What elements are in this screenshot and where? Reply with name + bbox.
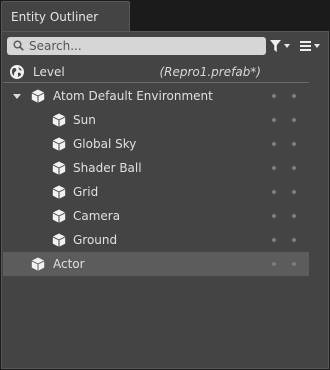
visibility-toggle[interactable] xyxy=(272,190,276,194)
entity-cube-icon xyxy=(52,209,66,223)
hamburger-menu-icon xyxy=(300,41,311,51)
entity-cube-icon xyxy=(31,89,45,103)
visibility-toggle[interactable] xyxy=(272,142,276,146)
filter-icon xyxy=(270,40,281,52)
entity-label: Global Sky xyxy=(73,137,137,151)
filter-button[interactable] xyxy=(270,39,290,53)
entity-cube-icon xyxy=(52,185,66,199)
entity-row-sun[interactable]: Sun xyxy=(3,108,309,132)
level-row[interactable]: Level (Repro1.prefab*) xyxy=(3,61,309,83)
entity-label: Atom Default Environment xyxy=(53,89,213,103)
globe-icon xyxy=(10,65,24,79)
visibility-toggle[interactable] xyxy=(272,262,276,266)
visibility-toggle[interactable] xyxy=(272,118,276,122)
search-icon xyxy=(13,40,24,51)
level-label: Level xyxy=(33,65,65,79)
lock-toggle[interactable] xyxy=(292,166,296,170)
entity-row-ground[interactable]: Ground xyxy=(3,228,309,252)
entity-label: Shader Ball xyxy=(73,161,142,175)
tab-bar: Entity Outliner xyxy=(0,0,330,32)
lock-toggle[interactable] xyxy=(292,118,296,122)
entity-row-actor[interactable]: Actor xyxy=(3,252,309,276)
options-menu-button[interactable] xyxy=(300,39,320,53)
chevron-down-icon xyxy=(314,44,320,48)
lock-toggle[interactable] xyxy=(292,262,296,266)
entity-label: Camera xyxy=(73,209,121,223)
lock-toggle[interactable] xyxy=(292,238,296,242)
entity-label: Grid xyxy=(73,185,99,199)
entity-cube-icon xyxy=(31,257,45,271)
search-input[interactable] xyxy=(29,38,261,54)
entity-row-camera[interactable]: Camera xyxy=(3,204,309,228)
entity-cube-icon xyxy=(52,161,66,175)
entity-label: Actor xyxy=(53,257,85,271)
chevron-down-icon xyxy=(284,44,290,48)
tab-entity-outliner[interactable]: Entity Outliner xyxy=(1,1,130,32)
entity-cube-icon xyxy=(52,233,66,247)
entity-row-shader-ball[interactable]: Shader Ball xyxy=(3,156,309,180)
entity-row-atom-default-environment[interactable]: Atom Default Environment xyxy=(3,84,309,108)
visibility-toggle[interactable] xyxy=(272,94,276,98)
entity-cube-icon xyxy=(52,137,66,151)
entity-label: Sun xyxy=(73,113,96,127)
entity-cube-icon xyxy=(52,113,66,127)
lock-toggle[interactable] xyxy=(292,94,296,98)
lock-toggle[interactable] xyxy=(292,190,296,194)
visibility-toggle[interactable] xyxy=(272,166,276,170)
entity-outliner-panel: Level (Repro1.prefab*) Atom Default Envi… xyxy=(1,31,329,369)
visibility-toggle[interactable] xyxy=(272,238,276,242)
lock-toggle[interactable] xyxy=(292,142,296,146)
lock-toggle[interactable] xyxy=(292,214,296,218)
entity-row-global-sky[interactable]: Global Sky xyxy=(3,132,309,156)
visibility-toggle[interactable] xyxy=(272,214,276,218)
search-box[interactable] xyxy=(7,37,266,55)
expand-arrow-icon[interactable] xyxy=(13,94,21,99)
entity-row-grid[interactable]: Grid xyxy=(3,180,309,204)
level-prefab-name: (Repro1.prefab*) xyxy=(159,65,261,79)
entity-label: Ground xyxy=(73,233,118,247)
